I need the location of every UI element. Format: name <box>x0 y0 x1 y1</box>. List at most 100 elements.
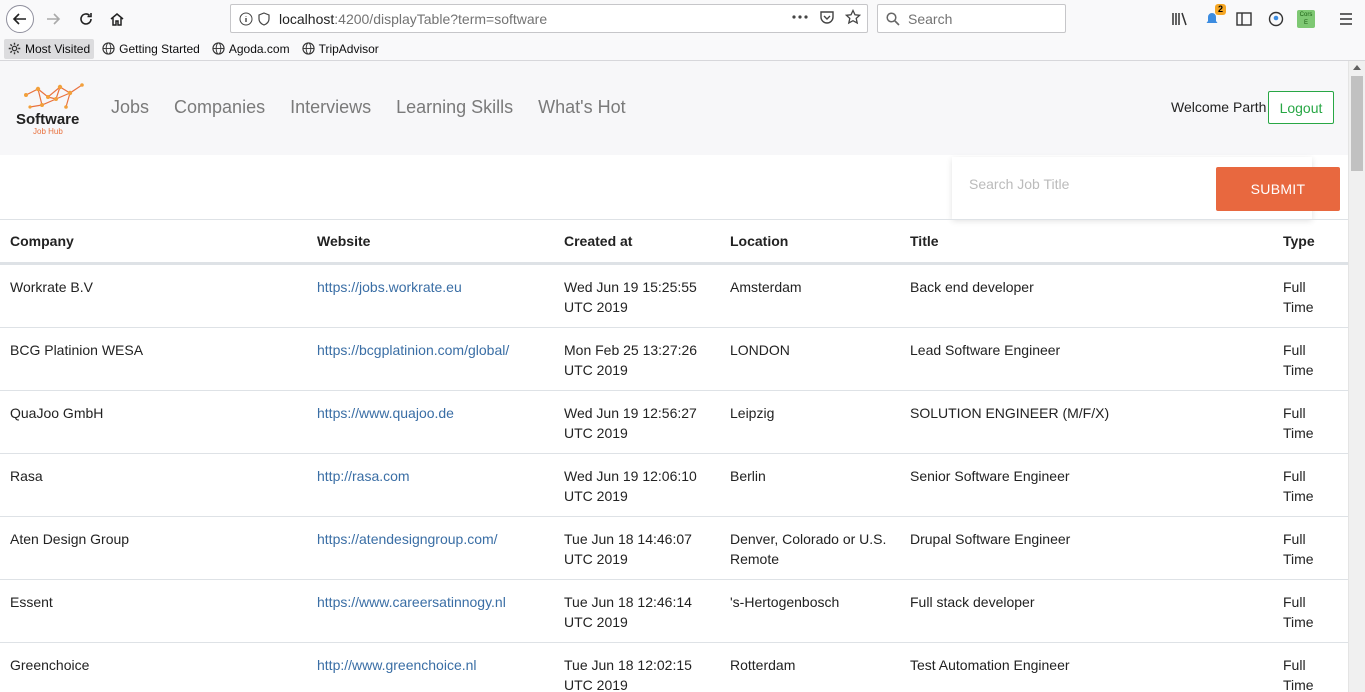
cell-website: https://atendesigngroup.com/ <box>307 516 554 580</box>
cell-location: Rotterdam <box>720 642 900 692</box>
tracking-shield-icon[interactable] <box>257 11 271 26</box>
bookmark-label: Agoda.com <box>228 41 290 56</box>
forward-button[interactable] <box>39 5 67 33</box>
website-link[interactable]: https://www.careersatinnogy.nl <box>317 594 506 610</box>
table-body: Workrate B.V https://jobs.workrate.eu We… <box>0 263 1348 692</box>
cors-extension-button[interactable]: Cors E <box>1296 8 1316 30</box>
created-date: Wed Jun 19 15:25:55 <box>564 279 697 295</box>
table-header: Company Website Created at Location Titl… <box>0 219 1348 265</box>
column-header-website: Website <box>307 219 554 265</box>
search-icon <box>886 11 900 26</box>
cell-title: Back end developer <box>900 263 1273 328</box>
type-line-1: Full <box>1283 468 1306 484</box>
library-button[interactable] <box>1170 8 1190 30</box>
type-line-2: Time <box>1283 362 1314 378</box>
info-icon[interactable] <box>239 12 253 26</box>
bookmarks-toolbar: Most Visited Getting Started Agoda.com T… <box>0 37 1365 60</box>
site-header: Software Job Hub Jobs Companies Intervie… <box>0 61 1348 155</box>
main-nav: Jobs Companies Interviews Learning Skill… <box>111 97 651 118</box>
nav-jobs[interactable]: Jobs <box>111 97 149 118</box>
cell-type: Full Time <box>1273 263 1348 328</box>
website-link[interactable]: https://jobs.workrate.eu <box>317 279 462 295</box>
cell-created-at: Mon Feb 25 13:27:26 UTC 2019 <box>554 327 720 391</box>
url-bar[interactable]: localhost:4200/displayTable?term=softwar… <box>230 4 868 33</box>
reload-button[interactable] <box>72 5 100 33</box>
submit-button[interactable]: SUBMIT <box>1216 167 1340 211</box>
page-scrollbar[interactable] <box>1348 61 1365 692</box>
column-header-location: Location <box>720 219 900 265</box>
type-line-1: Full <box>1283 594 1306 610</box>
bookmark-tripadvisor[interactable]: TripAdvisor <box>298 39 383 59</box>
account-button[interactable] <box>1266 8 1286 30</box>
job-search-panel: SUBMIT <box>952 157 1340 219</box>
globe-icon <box>301 42 315 55</box>
cell-title: Senior Software Engineer <box>900 453 1273 517</box>
type-line-2: Time <box>1283 551 1314 567</box>
url-text[interactable]: localhost:4200/displayTable?term=softwar… <box>279 11 547 27</box>
bookmark-most-visited[interactable]: Most Visited <box>4 38 95 59</box>
browser-search-bar[interactable]: Search <box>877 4 1066 33</box>
cell-company: Workrate B.V <box>0 263 307 328</box>
table-row: QuaJoo GmbH https://www.quajoo.de Wed Ju… <box>0 390 1348 454</box>
created-tz: UTC 2019 <box>564 614 628 630</box>
cell-location: Denver, Colorado or U.S. Remote <box>720 516 900 580</box>
created-tz: UTC 2019 <box>564 362 628 378</box>
column-header-company: Company <box>0 219 307 265</box>
bookmark-agoda[interactable]: Agoda.com <box>208 39 294 59</box>
created-date: Mon Feb 25 13:27:26 <box>564 342 698 358</box>
globe-icon <box>102 42 115 55</box>
globe-icon <box>212 42 225 55</box>
back-arrow-icon <box>12 13 26 25</box>
created-tz: UTC 2019 <box>564 488 628 504</box>
column-header-title: Title <box>900 219 1273 265</box>
website-link[interactable]: https://bcgplatinion.com/global/ <box>317 342 509 358</box>
nav-whats-hot[interactable]: What's Hot <box>538 97 625 118</box>
created-tz: UTC 2019 <box>564 677 628 692</box>
nav-companies[interactable]: Companies <box>174 97 265 118</box>
home-icon <box>110 13 124 26</box>
notifications-button[interactable]: 2 <box>1202 4 1226 30</box>
cell-location: Leipzig <box>720 390 900 454</box>
home-button[interactable] <box>103 5 131 33</box>
logout-button[interactable]: Logout <box>1268 91 1334 124</box>
website-link[interactable]: https://www.quajoo.de <box>317 405 454 421</box>
website-link[interactable]: http://www.greenchoice.nl <box>317 657 477 673</box>
website-link[interactable]: http://rasa.com <box>317 468 410 484</box>
website-link[interactable]: https://atendesigngroup.com/ <box>317 531 498 547</box>
table-header-row: Company Website Created at Location Titl… <box>0 219 1348 265</box>
cell-website: https://jobs.workrate.eu <box>307 263 554 328</box>
cell-location: Amsterdam <box>720 263 900 328</box>
bookmark-getting-started[interactable]: Getting Started <box>98 39 204 59</box>
cell-company: QuaJoo GmbH <box>0 390 307 454</box>
type-line-1: Full <box>1283 342 1306 358</box>
bookmark-label: Getting Started <box>119 41 200 56</box>
cell-website: https://bcgplatinion.com/global/ <box>307 327 554 391</box>
created-date: Wed Jun 19 12:56:27 <box>564 405 697 421</box>
cell-created-at: Tue Jun 18 12:46:14 UTC 2019 <box>554 579 720 643</box>
bookmark-star-icon[interactable] <box>845 9 861 25</box>
cell-title: Drupal Software Engineer <box>900 516 1273 580</box>
cell-company: Aten Design Group <box>0 516 307 580</box>
back-button[interactable] <box>6 5 34 33</box>
created-date: Tue Jun 18 14:46:07 <box>564 531 692 547</box>
page-actions-icon[interactable] <box>791 10 809 24</box>
created-tz: UTC 2019 <box>564 551 628 567</box>
nav-interviews[interactable]: Interviews <box>290 97 371 118</box>
menu-button[interactable] <box>1336 8 1356 30</box>
account-icon <box>1268 11 1284 27</box>
sidebar-toggle-button[interactable] <box>1234 8 1254 30</box>
cell-company: BCG Platinion WESA <box>0 327 307 391</box>
table-row: Workrate B.V https://jobs.workrate.eu We… <box>0 263 1348 328</box>
cell-company: Rasa <box>0 453 307 517</box>
browser-search-placeholder: Search <box>908 10 953 27</box>
site-logo[interactable]: Software Job Hub <box>16 81 91 137</box>
sidebar-icon <box>1236 12 1252 26</box>
scroll-up-arrow-icon[interactable] <box>1353 65 1361 70</box>
bookmark-label: TripAdvisor <box>318 41 379 56</box>
pocket-icon[interactable] <box>819 9 835 25</box>
table-row: Aten Design Group https://atendesigngrou… <box>0 516 1348 580</box>
job-title-search-input[interactable] <box>960 169 1200 199</box>
scrollbar-thumb[interactable] <box>1351 76 1363 171</box>
table-row: Essent https://www.careersatinnogy.nl Tu… <box>0 579 1348 643</box>
nav-learning-skills[interactable]: Learning Skills <box>396 97 513 118</box>
